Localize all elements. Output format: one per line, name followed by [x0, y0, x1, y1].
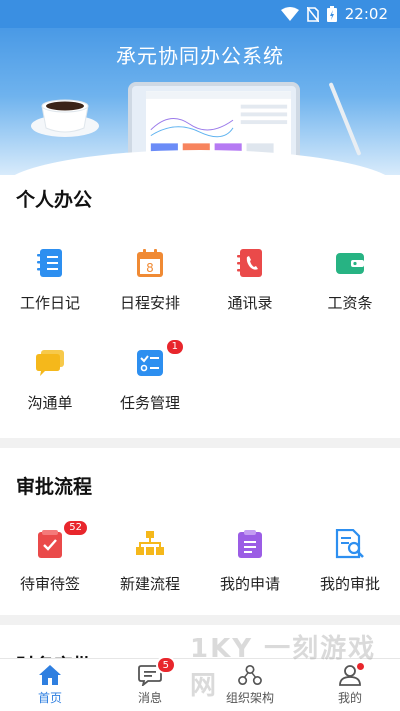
org-structure-icon [238, 664, 262, 686]
section-divider [0, 615, 400, 625]
menu-item-my-approvals[interactable]: 我的审批 [300, 511, 400, 611]
tab-messages[interactable]: 5 消息 [100, 656, 200, 711]
tab-label: 我的 [337, 691, 362, 705]
menu-item-label: 新建流程 [119, 574, 180, 593]
menu-item-schedule[interactable]: 8 日程安排 [100, 230, 200, 330]
phonebook-icon [235, 248, 265, 278]
document-search-icon [335, 528, 365, 559]
section-approval-process: 审批流程 52 待审待签 新建流程 我的申请 我的审批 [0, 448, 400, 611]
svg-text:8: 8 [146, 261, 154, 275]
tab-home[interactable]: 首页 [0, 659, 100, 711]
section-divider [0, 438, 400, 448]
menu-item-label: 沟通单 [27, 393, 73, 412]
battery-charging-icon [326, 6, 337, 22]
tab-label: 首页 [37, 691, 62, 705]
tab-label: 组织架构 [225, 691, 274, 705]
no-sim-icon [306, 6, 319, 22]
menu-item-label: 任务管理 [119, 393, 180, 412]
menu-item-task-management[interactable]: 1 任务管理 [100, 330, 200, 430]
wallet-icon [335, 248, 365, 278]
tab-profile[interactable]: 我的 [300, 659, 400, 711]
flowchart-icon [135, 529, 165, 559]
menu-item-work-diary[interactable]: 工作日记 [0, 230, 100, 330]
tab-organization[interactable]: 组织架构 [200, 659, 300, 711]
menu-item-pending-approval[interactable]: 52 待审待签 [0, 511, 100, 611]
calendar-icon: 8 [135, 248, 165, 278]
notification-dot [357, 663, 364, 670]
menu-item-label: 日程安排 [119, 293, 180, 312]
menu-item-label: 工作日记 [19, 293, 80, 312]
menu-item-my-applications[interactable]: 我的申请 [200, 511, 300, 611]
menu-item-label: 我的申请 [219, 574, 280, 593]
notebook-icon [35, 248, 65, 278]
menu-item-contacts[interactable]: 通讯录 [200, 230, 300, 330]
menu-item-label: 我的审批 [319, 574, 380, 593]
app-title: 承元协同办公系统 [116, 44, 284, 68]
task-list-icon: 1 [135, 337, 185, 378]
clipboard-icon [235, 529, 265, 559]
clock: 22:02 [344, 5, 388, 23]
message-icon: 5 [138, 656, 176, 686]
bottom-tab-bar: 首页 5 消息 组织架构 我的 [0, 656, 400, 711]
menu-item-label: 通讯录 [227, 293, 273, 312]
section-title: 个人办公 [16, 189, 93, 211]
pending-count-badge: 52 [62, 518, 89, 537]
chat-bubbles-icon [35, 348, 65, 378]
menu-item-label: 待审待签 [19, 574, 80, 593]
main-content: 个人办公 工作日记 8 日程安排 通讯录 工资条 沟通单 1 任务管理 审批流程… [0, 165, 400, 678]
pending-approval-icon: 52 [35, 518, 89, 559]
section-personal-office: 个人办公 工作日记 8 日程安排 通讯录 工资条 沟通单 1 任务管理 [0, 165, 400, 430]
home-icon [38, 664, 62, 686]
task-count-badge: 1 [164, 337, 185, 356]
section-title: 审批流程 [16, 476, 93, 498]
status-bar: 22:02 [0, 0, 400, 28]
stylus-illustration [328, 82, 362, 156]
menu-item-communication[interactable]: 沟通单 [0, 330, 100, 430]
tab-label: 消息 [137, 691, 162, 705]
menu-item-label: 工资条 [327, 293, 373, 312]
profile-icon [338, 663, 364, 686]
message-count-badge: 5 [155, 656, 176, 674]
wifi-icon [280, 7, 299, 21]
menu-item-new-process[interactable]: 新建流程 [100, 511, 200, 611]
coffee-cup-illustration [31, 99, 99, 137]
menu-item-payslip[interactable]: 工资条 [300, 230, 400, 330]
